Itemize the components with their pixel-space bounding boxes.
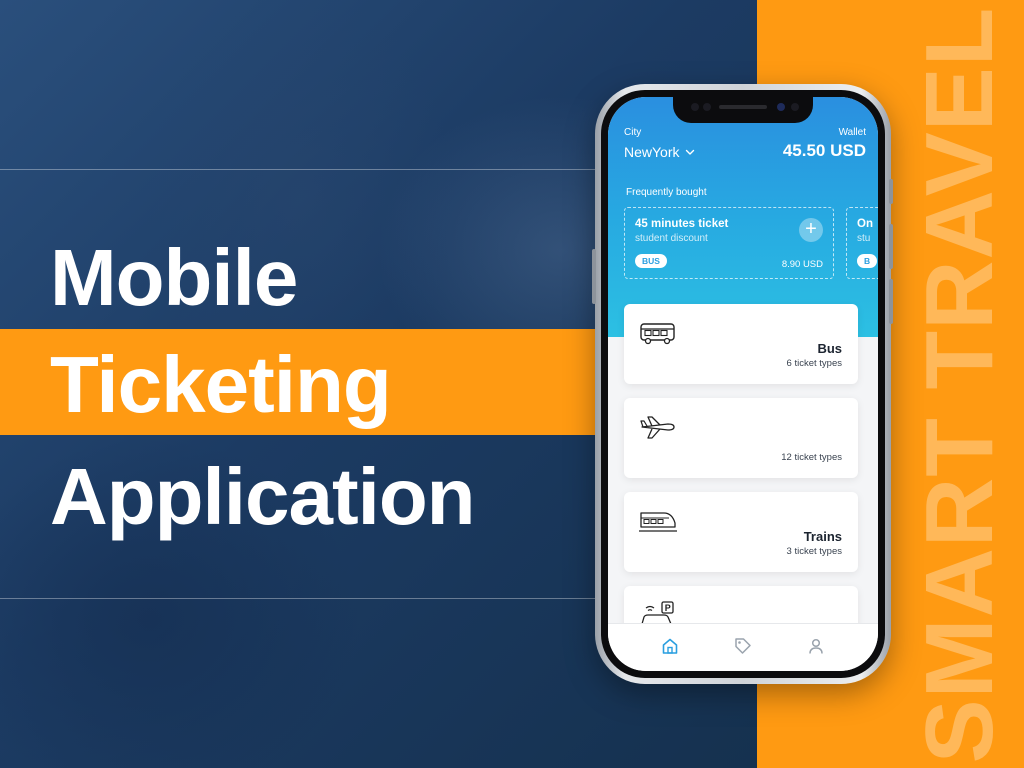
wallet-label: Wallet <box>838 127 866 138</box>
headline-line-1: Mobile <box>50 233 298 322</box>
tab-home[interactable] <box>659 635 681 657</box>
train-icon <box>639 512 677 532</box>
category-title: Bus <box>817 341 842 356</box>
phone-notch <box>673 97 813 123</box>
category-ticket-count: 3 ticket types <box>786 546 842 557</box>
headline-line-3: Application <box>50 452 476 541</box>
tab-profile[interactable] <box>805 635 827 657</box>
headline-line-2: Ticketing <box>50 340 392 429</box>
ticket-type-badge: B <box>857 254 878 268</box>
sensor <box>703 103 711 111</box>
ticket-type-badge: BUS <box>635 254 667 268</box>
city-label: City <box>624 127 642 138</box>
phone-side-button <box>889 224 893 269</box>
city-value: NewYork <box>624 144 680 160</box>
ticket-card[interactable]: 45 minutes ticket student discount BUS 8… <box>624 207 834 279</box>
ticket-card[interactable]: On stu B <box>846 207 878 279</box>
phone-mockup: City NewYork Wallet 45.50 USD Frequently… <box>592 84 893 684</box>
category-ticket-count: 6 ticket types <box>786 358 842 369</box>
city-selector[interactable]: NewYork <box>624 144 696 160</box>
bus-icon <box>640 323 675 345</box>
bottom-tab-bar <box>608 623 878 671</box>
category-card-flights[interactable]: 12 ticket types <box>624 398 858 478</box>
ticket-title: On <box>857 218 873 230</box>
sensor <box>791 103 799 111</box>
phone-side-button <box>592 249 596 304</box>
sensor <box>691 103 699 111</box>
home-icon <box>662 638 677 654</box>
front-camera <box>777 103 785 111</box>
add-ticket-button[interactable]: + <box>799 218 823 242</box>
ticket-price: 8.90 USD <box>781 259 823 270</box>
category-title: Trains <box>803 529 842 544</box>
ticket-subtitle: student discount <box>635 233 708 244</box>
chevron-down-icon <box>685 149 694 155</box>
ticket-subtitle: stu <box>857 233 871 244</box>
user-icon <box>809 638 824 654</box>
tab-tickets[interactable] <box>732 635 754 657</box>
frequently-bought-label: Frequently bought <box>626 187 707 198</box>
divider-line-bottom <box>0 598 600 599</box>
app-header: City NewYork Wallet 45.50 USD Frequently… <box>608 97 878 337</box>
smart-travel-watermark: SMART TRAVEL <box>906 6 1013 764</box>
plane-icon <box>640 416 675 439</box>
ticket-title: 45 minutes ticket <box>635 218 729 230</box>
svg-text:P: P <box>665 603 671 613</box>
category-card-trains[interactable]: Trains 3 ticket types <box>624 492 858 572</box>
category-card-bus[interactable]: Bus 6 ticket types <box>624 304 858 384</box>
ticket-icon <box>735 637 751 654</box>
phone-side-button <box>889 179 893 204</box>
app-screen: City NewYork Wallet 45.50 USD Frequently… <box>608 97 878 671</box>
speaker <box>719 105 767 109</box>
wallet-balance[interactable]: 45.50 USD <box>783 141 866 161</box>
category-ticket-count: 12 ticket types <box>781 452 842 463</box>
phone-side-button <box>889 279 893 324</box>
divider-line-top <box>0 169 600 170</box>
